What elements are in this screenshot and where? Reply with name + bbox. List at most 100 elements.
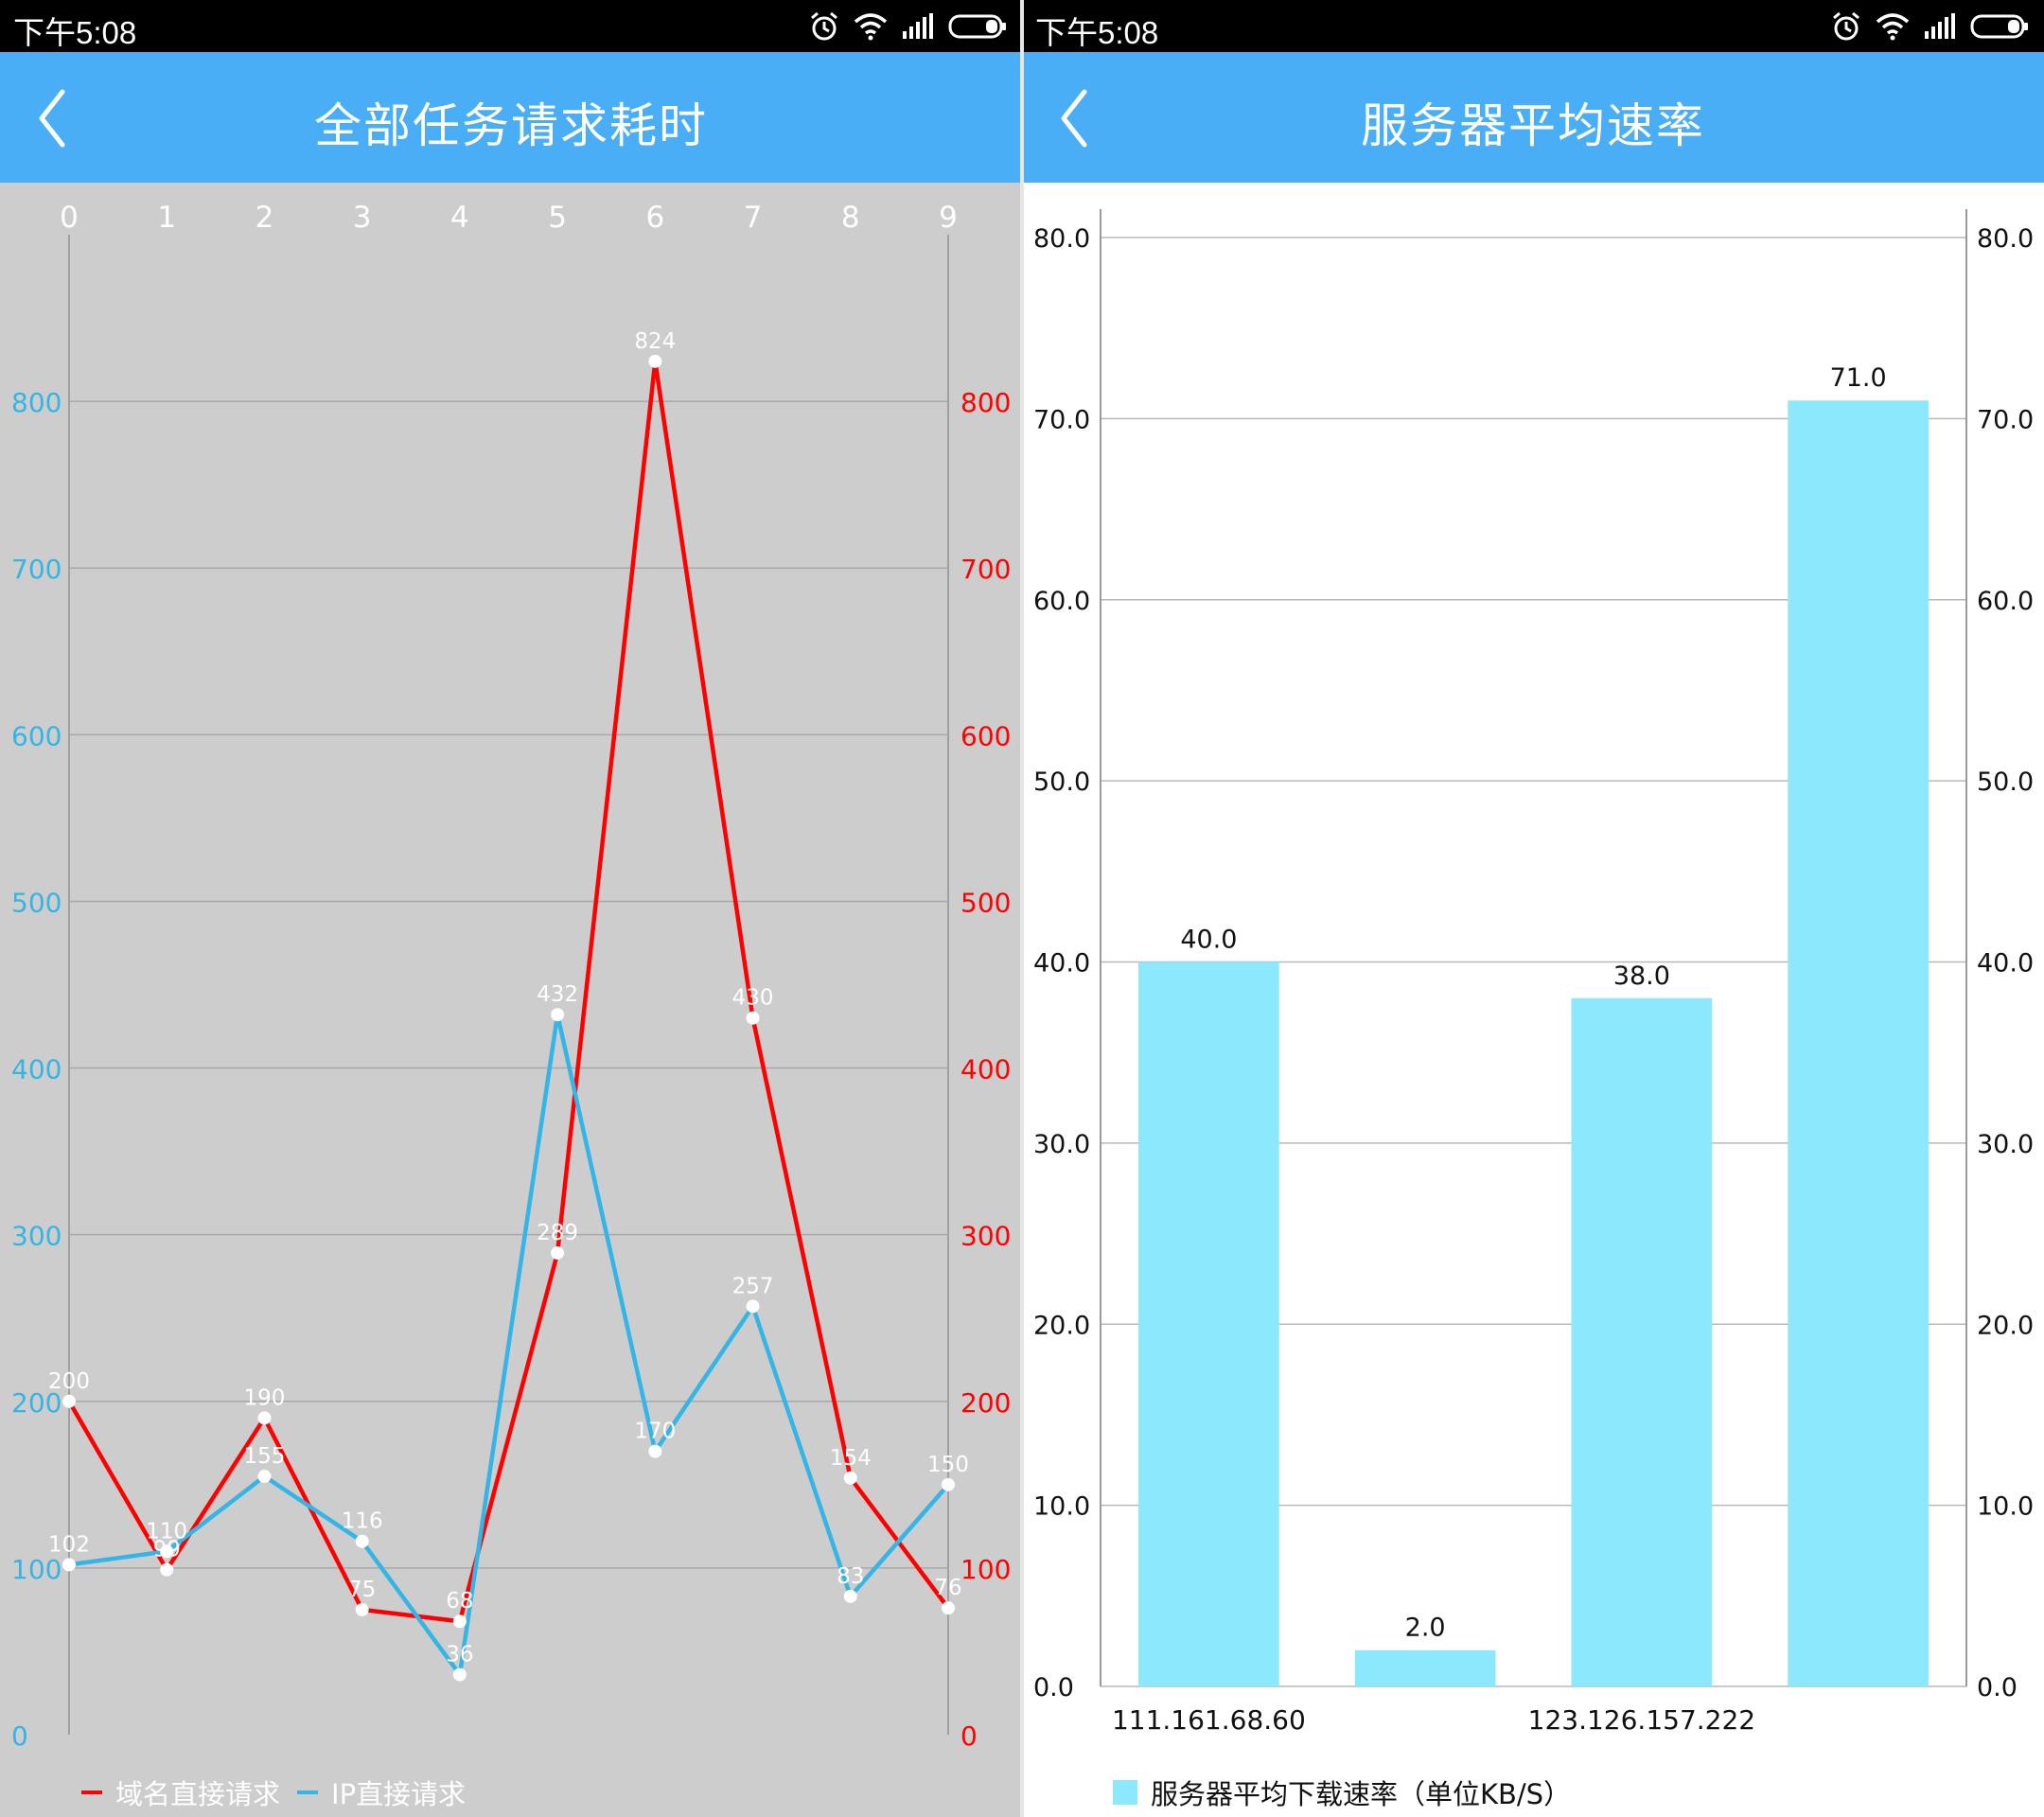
bar-value-label: 71.0 (1830, 363, 1887, 393)
bar (1354, 1649, 1496, 1686)
data-label: 68 (446, 1589, 473, 1614)
data-point (257, 1411, 272, 1425)
data-label: 190 (243, 1385, 285, 1410)
bar (1571, 997, 1713, 1686)
right-y-tick-label: 800 (960, 387, 1011, 418)
data-label: 257 (732, 1274, 774, 1298)
data-label: 200 (48, 1369, 90, 1394)
battery-icon (948, 14, 1006, 39)
left-y-tick-label: 70.0 (1033, 405, 1090, 434)
legend-label: 服务器平均下载速率（单位KB/S） (1151, 1778, 1572, 1810)
data-point (62, 1558, 76, 1572)
left-y-tick-label: 600 (11, 720, 62, 751)
x-tick-label: 4 (450, 201, 469, 235)
data-point (648, 354, 662, 368)
right-y-tick-label: 60.0 (1977, 587, 2034, 616)
right-y-tick-label: 50.0 (1977, 767, 2034, 797)
right-y-tick-label: 0.0 (1977, 1673, 2018, 1702)
data-point (843, 1589, 857, 1603)
status-icons (808, 9, 1007, 44)
status-time: 下午5:08 (1035, 15, 1159, 50)
alarm-icon (1833, 11, 1859, 41)
x-tick-label: 3 (353, 201, 372, 235)
data-point (746, 1299, 760, 1314)
data-point (942, 1477, 955, 1491)
left-y-tick-label: 30.0 (1033, 1130, 1090, 1159)
data-point (355, 1534, 369, 1548)
right-y-tick-label: 20.0 (1977, 1311, 2034, 1340)
data-label: 824 (634, 329, 676, 354)
data-point (355, 1602, 369, 1616)
data-point (551, 1008, 565, 1022)
right-y-tick-label: 700 (960, 554, 1011, 585)
right-y-tick-label: 0 (960, 1720, 978, 1752)
wifi-icon (854, 13, 888, 41)
left-y-tick-label: 0 (11, 1720, 28, 1752)
x-tick-label: 7 (744, 201, 763, 235)
data-label: 116 (342, 1509, 383, 1534)
left-y-tick-label: 800 (11, 387, 62, 418)
x-tick-label: 8 (841, 201, 860, 235)
right-y-tick-label: 300 (960, 1221, 1011, 1252)
left-y-tick-label: 300 (11, 1221, 62, 1252)
page-title: 服务器平均速率 (1361, 98, 1705, 153)
left-y-tick-label: 0.0 (1033, 1673, 1074, 1702)
data-label: 155 (243, 1444, 285, 1469)
left-y-tick-label: 700 (11, 554, 62, 585)
status-bar: 下午5:08 (0, 0, 1022, 52)
panel-divider (1020, 0, 1024, 1817)
status-bar: 下午5:08 (1022, 0, 2044, 52)
right-y-tick-label: 10.0 (1977, 1492, 2034, 1522)
data-point (746, 1011, 760, 1025)
left-y-tick-label: 400 (11, 1054, 62, 1085)
x-tick-label: 0 (60, 201, 79, 235)
legend-swatch (81, 1791, 102, 1794)
bar-value-label: 2.0 (1405, 1614, 1446, 1643)
data-label: 102 (48, 1532, 90, 1557)
x-tick-label: 9 (939, 201, 958, 235)
app-bar: 全部任务请求耗时 (0, 52, 1022, 183)
legend-item-ip: IP直接请求 (297, 1773, 466, 1812)
series-line-2 (68, 1012, 950, 1677)
left-y-tick-label: 20.0 (1033, 1311, 1090, 1340)
bar-value-label: 38.0 (1613, 961, 1670, 991)
data-label: 154 (830, 1446, 872, 1471)
left-y-tick-label: 40.0 (1033, 949, 1090, 979)
status-icons (1830, 9, 2029, 44)
x-tick-label: 2 (256, 201, 274, 235)
bar-value-label: 40.0 (1180, 926, 1237, 955)
data-label: 76 (934, 1576, 961, 1600)
left-y-tick-label: 60.0 (1033, 587, 1090, 616)
data-label: 289 (537, 1221, 578, 1245)
data-point (648, 1444, 662, 1458)
line-chart: 0 0100 100200 200300 300400 400500 500600 60070… (11, 201, 1011, 1752)
left-y-tick-label: 50.0 (1033, 767, 1090, 797)
signal-icon (903, 13, 933, 39)
data-label: 430 (732, 986, 774, 1011)
status-time: 下午5:08 (13, 15, 137, 50)
data-label: 110 (146, 1519, 187, 1544)
legend-swatch (297, 1791, 319, 1794)
data-label: 432 (537, 982, 578, 1007)
x-tick-label: 5 (548, 201, 567, 235)
left-y-tick-label: 10.0 (1033, 1492, 1090, 1522)
series-line-1 (67, 359, 950, 1624)
legend-item-speed: 服务器平均下载速率（单位KB/S） (1113, 1773, 1571, 1812)
data-label: 83 (837, 1564, 864, 1589)
data-point (942, 1601, 955, 1615)
data-point (160, 1562, 174, 1577)
right-y-tick-label: 400 (960, 1054, 1011, 1085)
right-y-tick-label: 40.0 (1977, 949, 2034, 979)
bar-chart-legend: 服务器平均下载速率（单位KB/S） (1113, 1773, 1588, 1811)
bar-chart: 0.0 0.0 10.0 10.0 20.0 20.0 30.0 30.0 40.0 40.0 50… (1033, 209, 2034, 1736)
data-point (452, 1667, 467, 1682)
bar (1138, 961, 1279, 1686)
alarm-icon (811, 11, 837, 41)
data-point (551, 1246, 565, 1261)
data-point (843, 1471, 857, 1485)
left-y-tick-label: 80.0 (1033, 224, 1090, 254)
right-y-tick-label: 500 (960, 887, 1011, 918)
page-title: 全部任务请求耗时 (314, 98, 708, 153)
x-category-label: 111.161.68.60 (1112, 1704, 1306, 1736)
left-y-tick-label: 500 (11, 887, 62, 918)
